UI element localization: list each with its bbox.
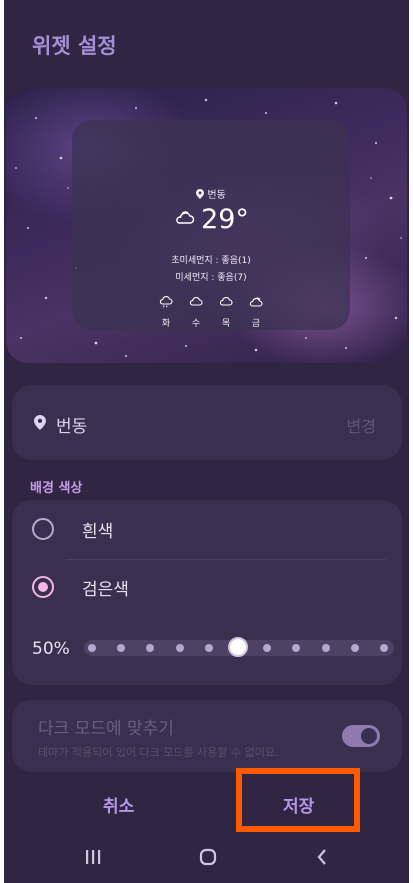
dark-mode-subtitle: 테마가 적용되어 있어 다크 모드를 사용할 수 없어요.	[38, 746, 279, 759]
cloud-icon	[219, 297, 233, 306]
forecast-day: 목	[215, 296, 237, 329]
slider-tick	[292, 644, 301, 652]
dark-mode-toggle[interactable]	[342, 725, 380, 747]
save-button-highlight	[236, 768, 360, 832]
forecast-day-label: 수	[191, 319, 201, 329]
transparency-slider[interactable]	[84, 637, 394, 657]
white-option-label[interactable]: 흰색	[82, 517, 113, 542]
location-name: 번동	[56, 417, 88, 437]
widget-location: 번동	[72, 186, 350, 201]
change-location-button[interactable]: 변경	[347, 413, 376, 437]
forecast-row: 화 수 목 금	[155, 296, 267, 329]
transparency-value: 50%	[32, 639, 70, 659]
location-pin-icon	[34, 415, 46, 430]
slider-tick	[204, 644, 213, 652]
recents-icon[interactable]	[85, 848, 101, 866]
forecast-day: 수	[185, 296, 207, 329]
page-title: 위젯 설정	[32, 34, 117, 58]
partly-cloudy-icon	[176, 211, 195, 224]
black-option-label[interactable]: 검은색	[82, 575, 129, 600]
dark-mode-card: 다크 모드에 맞추기 테마가 적용되어 있어 다크 모드를 사용할 수 없어요.	[12, 700, 402, 772]
cloud-icon	[189, 297, 203, 306]
home-icon[interactable]	[199, 848, 217, 866]
location-pin-icon	[196, 189, 205, 199]
black-radio[interactable]	[32, 576, 54, 598]
divider	[66, 559, 386, 560]
location-card[interactable]: 번동 변경	[12, 385, 402, 460]
white-radio[interactable]	[32, 518, 54, 540]
widget-temperature-value: 29°	[201, 204, 249, 235]
forecast-day-label: 금	[251, 319, 261, 329]
forecast-day: 금	[245, 296, 267, 329]
slider-thumb[interactable]	[228, 637, 248, 657]
background-color-card: 흰색 검은색 50%	[12, 500, 402, 685]
widget-temperature: 29°	[72, 204, 350, 235]
slider-tick	[263, 644, 272, 652]
slider-tick	[380, 644, 388, 652]
back-icon[interactable]	[315, 848, 329, 866]
rain-cloud-icon	[159, 296, 173, 308]
widget-location-name: 번동	[207, 190, 226, 201]
slider-tick	[88, 644, 96, 652]
forecast-day: 화	[155, 296, 177, 329]
background-color-heading: 배경 색상	[30, 481, 83, 496]
dark-mode-title: 다크 모드에 맞추기	[38, 719, 174, 739]
slider-tick	[350, 644, 359, 652]
slider-tick	[321, 644, 330, 652]
widget-dust: 미세먼지 : 좋음(7)	[175, 273, 247, 283]
widget-settings-screen: 위젯 설정 번동 29° 초미세먼지 : 좋음(1) 미세먼지: 좋음(7) …	[4, 0, 409, 883]
widget-fine-dust: 초미세먼지 : 좋음(1)	[171, 256, 251, 266]
partly-cloudy-icon	[249, 297, 263, 307]
forecast-day-label: 화	[161, 319, 171, 329]
forecast-day-label: 목	[221, 319, 231, 329]
cancel-button[interactable]: 취소	[103, 792, 134, 817]
slider-tick	[117, 644, 126, 652]
slider-tick	[146, 644, 155, 652]
widget-preview: 번동 29° 초미세먼지 : 좋음(1) 미세먼지 : 좋음(7) 화 수 목	[6, 88, 407, 363]
weather-widget: 번동 29° 초미세먼지 : 좋음(1) 미세먼지 : 좋음(7) 화 수 목	[72, 120, 350, 330]
slider-tick	[175, 644, 184, 652]
